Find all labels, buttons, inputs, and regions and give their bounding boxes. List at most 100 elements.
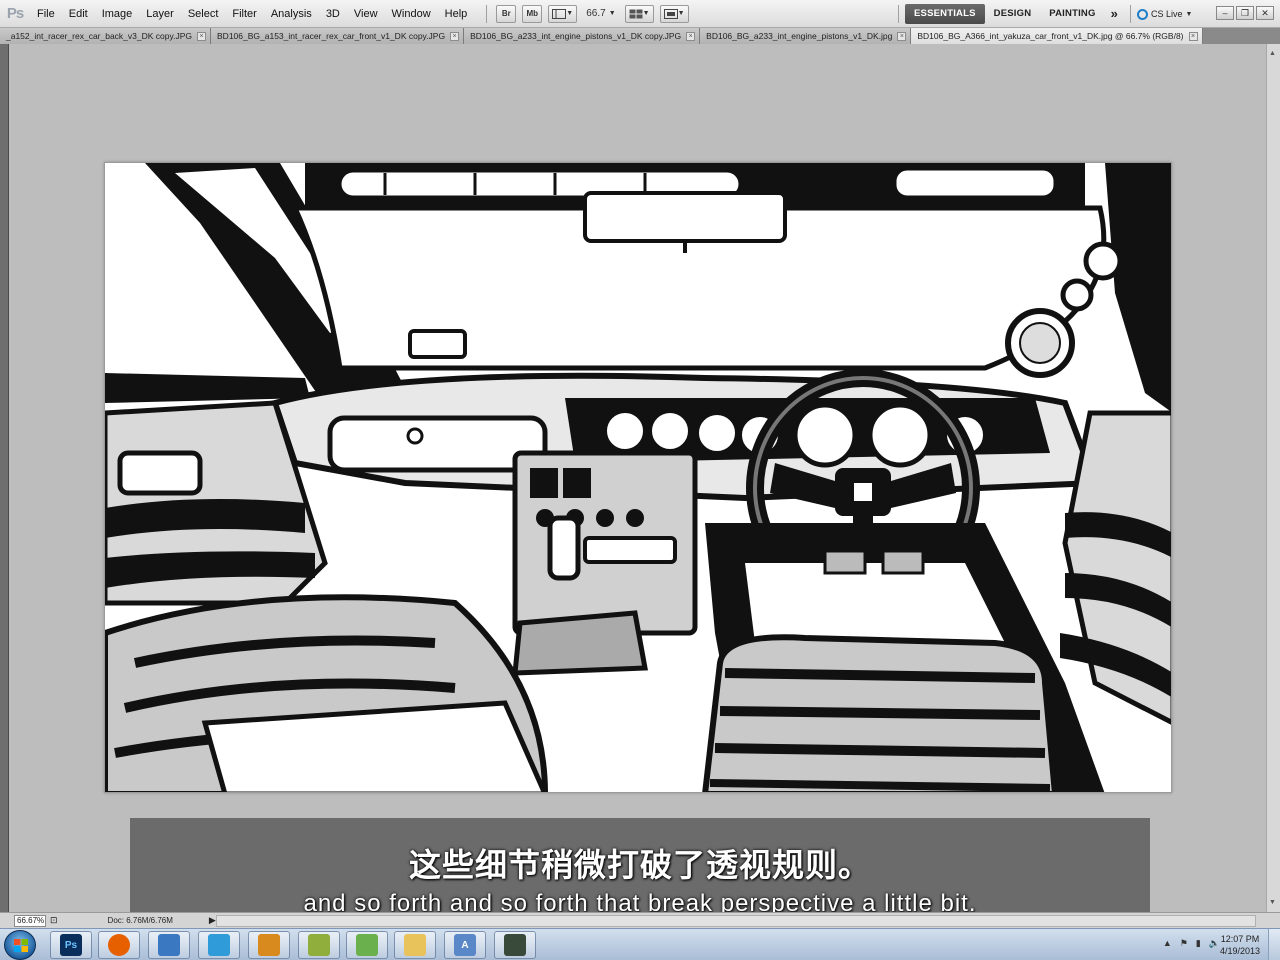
taskbar-photoshop-button[interactable]: Ps bbox=[50, 931, 92, 959]
workspace-switcher: ESSENTIALS DESIGN PAINTING » CS Live ▼ bbox=[892, 4, 1192, 24]
main-menu: File Edit Image Layer Select Filter Analysis 3D… bbox=[30, 0, 474, 28]
document-tab-label: BD106_BG_a153_int_racer_rex_car_front_v1… bbox=[217, 31, 446, 41]
more-workspaces-button[interactable]: » bbox=[1105, 4, 1124, 24]
app-5-icon bbox=[258, 934, 280, 956]
taskbar-app-10-button[interactable] bbox=[494, 931, 536, 959]
cs-live-button[interactable]: CS Live ▼ bbox=[1137, 8, 1193, 20]
launch-minibridge-button[interactable]: Mb bbox=[522, 4, 543, 23]
screen-mode-button[interactable]: ▼ bbox=[659, 4, 689, 23]
action-center-flag-icon[interactable]: ⚑ bbox=[1180, 938, 1188, 949]
car-interior-lineart bbox=[105, 163, 1171, 792]
toolbar-separator bbox=[1130, 5, 1132, 23]
horizontal-scrollbar[interactable] bbox=[216, 915, 1256, 927]
document-tab[interactable]: _a152_int_racer_rex_car_back_v3_DK copy.… bbox=[0, 28, 212, 44]
chevron-down-icon: ▼ bbox=[642, 10, 650, 17]
status-menu-arrow-icon[interactable]: ▶ bbox=[209, 915, 216, 926]
workspace-design[interactable]: DESIGN bbox=[985, 4, 1041, 24]
document-tab[interactable]: BD106_BG_a233_int_engine_pistons_v1_DK c… bbox=[464, 28, 701, 44]
launch-bridge-button[interactable]: Br bbox=[496, 4, 517, 23]
menu-layer[interactable]: Layer bbox=[139, 0, 181, 28]
document-tab-bar: _a152_int_racer_rex_car_back_v3_DK copy.… bbox=[0, 28, 1280, 44]
menu-file[interactable]: File bbox=[30, 0, 62, 28]
document-tab[interactable]: BD106_BG_a153_int_racer_rex_car_front_v1… bbox=[211, 28, 465, 44]
screen-mode-icon bbox=[663, 8, 678, 19]
volume-speaker-icon[interactable]: 🔈 bbox=[1209, 938, 1220, 949]
workspace-essentials[interactable]: ESSENTIALS bbox=[905, 4, 985, 24]
start-button[interactable] bbox=[4, 930, 36, 960]
close-tab-icon[interactable]: × bbox=[686, 31, 696, 41]
app-3-icon bbox=[158, 934, 180, 956]
close-tab-icon[interactable]: × bbox=[1188, 31, 1198, 41]
tools-panel-collapsed[interactable] bbox=[0, 44, 9, 912]
taskbar-app-9-button[interactable]: A bbox=[444, 931, 486, 959]
subtitle-chinese: 这些细节稍微打破了透视规则。 bbox=[408, 847, 871, 883]
document-tab[interactable]: BD106_BG_A366_int_yakuza_car_front_v1_DK… bbox=[911, 28, 1203, 44]
toolbar-separator bbox=[898, 5, 899, 23]
photoshop-icon: Ps bbox=[60, 934, 82, 956]
taskbar-app-4-button[interactable] bbox=[198, 931, 240, 959]
zoom-level-dropdown[interactable]: 66.7 ▼ bbox=[586, 8, 615, 19]
app-7-icon bbox=[356, 934, 378, 956]
menu-window[interactable]: Window bbox=[385, 0, 438, 28]
document-tab-label: BD106_BG_a233_int_engine_pistons_v1_DK c… bbox=[470, 31, 682, 41]
document-tab-label: BD106_BG_a233_int_engine_pistons_v1_DK.j… bbox=[706, 31, 893, 41]
status-info-icon[interactable]: ⊡ bbox=[50, 915, 58, 926]
menu-bar: Ps File Edit Image Layer Select Filter Analysi… bbox=[0, 0, 1280, 28]
app-4-icon bbox=[208, 934, 230, 956]
status-bar: 66.67% ⊡ Doc: 6.76M/6.76M ▶ bbox=[0, 912, 1280, 928]
document-tab[interactable]: BD106_BG_a233_int_engine_pistons_v1_DK.j… bbox=[700, 28, 912, 44]
taskbar-app-6-button[interactable] bbox=[298, 931, 340, 959]
clock-time: 12:07 PM bbox=[1220, 934, 1260, 944]
app-9-icon: A bbox=[454, 934, 476, 956]
menu-help[interactable]: Help bbox=[438, 0, 475, 28]
taskbar-explorer-button[interactable] bbox=[394, 931, 436, 959]
toolbar-separator bbox=[486, 4, 488, 23]
windows-taskbar: Ps A ▲ ⚑ ▮ 🔈 12:07 PM 4/19/2013 bbox=[0, 928, 1280, 960]
taskbar-app-5-button[interactable] bbox=[248, 931, 290, 959]
chevron-down-icon: ▼ bbox=[566, 10, 574, 17]
arrange-documents-icon bbox=[629, 9, 643, 18]
app-10-icon bbox=[504, 934, 526, 956]
window-controls: – ❐ ✕ bbox=[1216, 6, 1274, 20]
scroll-down-arrow[interactable]: ▼ bbox=[1269, 899, 1276, 906]
taskbar-app-7-button[interactable] bbox=[346, 931, 388, 959]
document-canvas[interactable] bbox=[104, 162, 1172, 793]
system-tray: ▲ ⚑ ▮ 🔈 bbox=[1163, 938, 1220, 949]
restore-button[interactable]: ❐ bbox=[1236, 6, 1254, 20]
clock-date: 4/19/2013 bbox=[1219, 946, 1260, 956]
chevron-down-icon: ▼ bbox=[677, 10, 685, 17]
zoom-level-value: 66.7 bbox=[586, 8, 606, 19]
arrange-documents-button[interactable]: ▼ bbox=[624, 4, 654, 23]
close-tab-icon[interactable]: × bbox=[897, 31, 907, 41]
system-clock[interactable]: 12:07 PM 4/19/2013 bbox=[1220, 933, 1260, 957]
menu-3d[interactable]: 3D bbox=[319, 0, 347, 28]
cs-live-icon bbox=[1137, 8, 1149, 20]
view-extras-button[interactable]: ▼ bbox=[548, 4, 578, 23]
explorer-icon bbox=[404, 934, 426, 956]
menu-select[interactable]: Select bbox=[181, 0, 226, 28]
close-button[interactable]: ✕ bbox=[1256, 6, 1274, 20]
chevron-down-icon: ▼ bbox=[608, 10, 616, 17]
close-tab-icon[interactable]: × bbox=[450, 31, 460, 41]
chevron-down-icon: ▼ bbox=[1185, 10, 1193, 18]
zoom-percentage-field[interactable]: 66.67% bbox=[14, 914, 46, 927]
show-desktop-button[interactable] bbox=[1268, 929, 1280, 960]
menu-analysis[interactable]: Analysis bbox=[264, 0, 319, 28]
close-tab-icon[interactable]: × bbox=[197, 31, 207, 41]
scroll-up-arrow[interactable]: ▲ bbox=[1269, 50, 1276, 57]
minimize-button[interactable]: – bbox=[1216, 6, 1234, 20]
firefox-icon bbox=[108, 934, 130, 956]
vertical-scrollbar[interactable]: ▲ ▼ bbox=[1266, 44, 1280, 912]
network-signal-icon[interactable]: ▮ bbox=[1196, 938, 1201, 949]
menu-view[interactable]: View bbox=[347, 0, 385, 28]
menu-edit[interactable]: Edit bbox=[62, 0, 95, 28]
menu-filter[interactable]: Filter bbox=[225, 0, 263, 28]
document-size-info: Doc: 6.76M/6.76M bbox=[107, 916, 173, 925]
menu-image[interactable]: Image bbox=[95, 0, 140, 28]
app-6-icon bbox=[308, 934, 330, 956]
workspace-painting[interactable]: PAINTING bbox=[1040, 4, 1104, 24]
show-hidden-icons-icon[interactable]: ▲ bbox=[1163, 938, 1172, 949]
taskbar-firefox-button[interactable] bbox=[98, 931, 140, 959]
taskbar-app-3-button[interactable] bbox=[148, 931, 190, 959]
view-extras-icon bbox=[552, 8, 567, 19]
